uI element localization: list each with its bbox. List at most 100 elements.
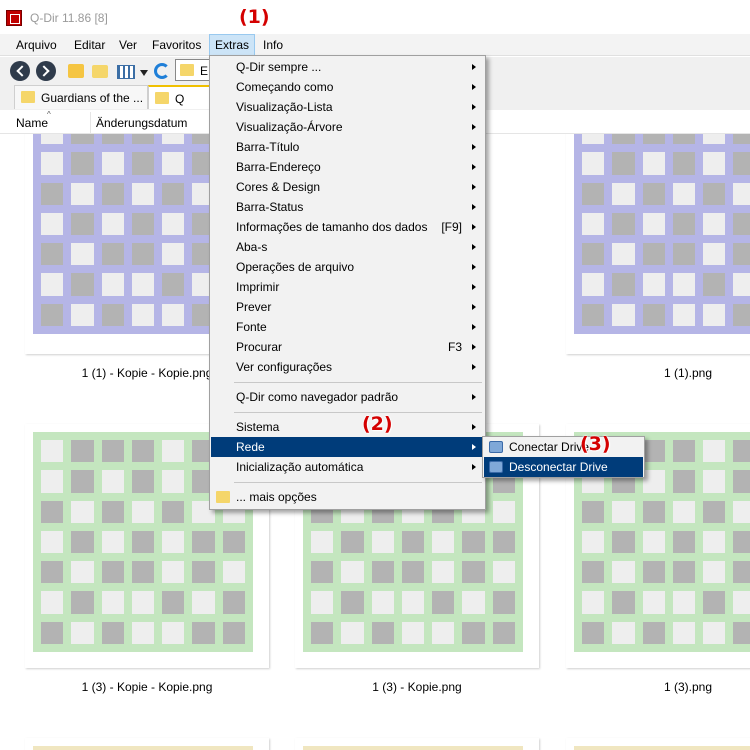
thumbnail-grid xyxy=(574,134,750,334)
thumbnail-cell xyxy=(311,591,334,614)
thumbnail-cell xyxy=(733,500,750,523)
menu-item-visualizacao-arvore[interactable]: Visualização-Árvore xyxy=(211,117,484,137)
menu-item-operacoes-arquivo[interactable]: Operações de arquivo xyxy=(211,257,484,277)
app-icon[interactable] xyxy=(6,10,22,26)
thumbnail-cell xyxy=(131,303,155,326)
thumbnail-cell xyxy=(703,470,726,493)
menu-item-abas[interactable]: Aba-s xyxy=(211,237,484,257)
back-arrow-icon[interactable] xyxy=(10,61,30,81)
menu-item-navegador-padrao[interactable]: Q-Dir como navegador padrão xyxy=(211,387,484,407)
menu-item-label: Sistema xyxy=(236,420,280,434)
menu-item-ver-configuracoes[interactable]: Ver configurações xyxy=(211,357,484,377)
menu-editar[interactable]: Editar xyxy=(70,37,109,55)
menu-item-conectar-drive[interactable]: Conectar Drive xyxy=(484,437,643,457)
thumbnail-cell xyxy=(612,621,635,644)
menu-item-sistema[interactable]: Sistema xyxy=(211,417,484,437)
thumbnail-cell xyxy=(612,243,635,266)
thumbnail-cell xyxy=(71,182,94,205)
thumbnail-cell xyxy=(703,273,726,296)
menu-item-visualizacao-lista[interactable]: Visualização-Lista xyxy=(211,97,484,117)
thumbnail-cell xyxy=(703,303,726,326)
up-folder-icon[interactable] xyxy=(68,64,84,78)
thumbnail-cell xyxy=(703,440,726,463)
thumbnail-cell xyxy=(222,561,245,584)
thumbnail-cell xyxy=(672,621,696,644)
new-folder-icon[interactable] xyxy=(92,65,108,78)
thumbnail-cell xyxy=(642,470,665,493)
refresh-icon[interactable] xyxy=(154,63,170,79)
menu-extras[interactable]: Extras xyxy=(209,34,255,56)
thumbnail-cell xyxy=(71,134,94,145)
column-name[interactable]: Name xyxy=(16,116,48,130)
thumbnail-cell xyxy=(703,561,726,584)
thumbnail-cell xyxy=(642,621,665,644)
thumbnail-image xyxy=(574,134,750,334)
thumbnail-cell xyxy=(41,591,64,614)
thumbnail-cell xyxy=(733,440,750,463)
thumbnail-cell xyxy=(672,303,696,326)
thumbnail-cell xyxy=(672,182,696,205)
menu-item-cores-design[interactable]: Cores & Design xyxy=(211,177,484,197)
thumbnail-cell xyxy=(642,273,665,296)
thumbnail-cell xyxy=(131,470,155,493)
network-submenu: Conectar Drive Desconectar Drive xyxy=(482,436,645,478)
menu-item-barra-titulo[interactable]: Barra-Título xyxy=(211,137,484,157)
menu-ver[interactable]: Ver xyxy=(115,37,141,55)
menu-item-qdir-sempre[interactable]: Q-Dir sempre ... xyxy=(211,57,484,77)
submenu-arrow-icon xyxy=(472,364,476,370)
column-modified[interactable]: Änderungsdatum xyxy=(96,116,187,130)
file-name[interactable]: 1 (1).png xyxy=(566,366,750,380)
menu-item-mais-opcoes[interactable]: ... mais opções xyxy=(211,487,484,507)
file-thumb[interactable] xyxy=(566,134,750,354)
forward-arrow-icon[interactable] xyxy=(36,61,56,81)
menu-item-fonte[interactable]: Fonte xyxy=(211,317,484,337)
thumbnail-cell xyxy=(672,212,696,236)
menu-item-label: Barra-Status xyxy=(236,200,304,214)
file-thumb[interactable] xyxy=(25,738,269,750)
thumbnail-cell xyxy=(41,561,64,584)
thumbnail-cell xyxy=(432,561,455,584)
menu-item-inicializacao-automatica[interactable]: Inicialização automática xyxy=(211,457,484,477)
thumbnail-cell xyxy=(162,152,185,175)
view-dropdown-icon[interactable] xyxy=(140,70,148,76)
menu-item-label: Q-Dir como navegador padrão xyxy=(236,390,399,404)
menu-item-rede[interactable]: Rede xyxy=(211,437,484,457)
file-thumb[interactable] xyxy=(566,738,750,750)
thumbnail-cell xyxy=(41,440,64,463)
thumbnail-cell xyxy=(101,440,124,463)
menu-favoritos[interactable]: Favoritos xyxy=(148,37,205,55)
thumbnail-cell xyxy=(672,561,696,584)
title-bar: Q-Dir 11.86 [8] xyxy=(0,0,750,34)
thumbnail-cell xyxy=(71,530,94,554)
menu-item-barra-endereco[interactable]: Barra-Endereço xyxy=(211,157,484,177)
menu-item-procurar[interactable]: Procurar F3 xyxy=(211,337,484,357)
thumbnail-cell xyxy=(131,500,155,523)
menu-item-prever[interactable]: Prever xyxy=(211,297,484,317)
tab-guardians[interactable]: Guardians of the ... xyxy=(14,85,148,109)
thumbnail-cell xyxy=(41,530,64,554)
menu-arquivo[interactable]: Arquivo xyxy=(12,37,61,55)
menu-item-comecando-como[interactable]: Começando como xyxy=(211,77,484,97)
thumbnail-cell xyxy=(703,134,726,145)
thumbnail-image xyxy=(303,746,523,750)
file-thumb[interactable] xyxy=(295,738,539,750)
menu-item-imprimir[interactable]: Imprimir xyxy=(211,277,484,297)
thumbnail-cell xyxy=(582,182,605,205)
view-mode-icon[interactable] xyxy=(117,65,135,79)
menu-item-barra-status[interactable]: Barra-Status xyxy=(211,197,484,217)
menu-item-label: Operações de arquivo xyxy=(236,260,355,274)
file-name[interactable]: 1 (3).png xyxy=(566,680,750,694)
menu-separator xyxy=(234,382,482,383)
menu-item-informacoes-tamanho[interactable]: Informações de tamanho dos dados [F9] xyxy=(211,217,484,237)
tab-q[interactable]: Q xyxy=(148,85,210,109)
thumbnail-cell xyxy=(41,152,64,175)
column-separator[interactable] xyxy=(90,112,91,134)
thumbnail-cell xyxy=(492,561,515,584)
file-name[interactable]: 1 (3) - Kopie - Kopie.png xyxy=(25,680,269,694)
thumbnail-cell xyxy=(672,243,696,266)
menu-item-desconectar-drive[interactable]: Desconectar Drive xyxy=(484,457,643,477)
menu-info[interactable]: Info xyxy=(259,37,287,55)
thumbnail-cell xyxy=(71,591,94,614)
thumbnail-cell xyxy=(672,530,696,554)
file-name[interactable]: 1 (3) - Kopie.png xyxy=(295,680,539,694)
